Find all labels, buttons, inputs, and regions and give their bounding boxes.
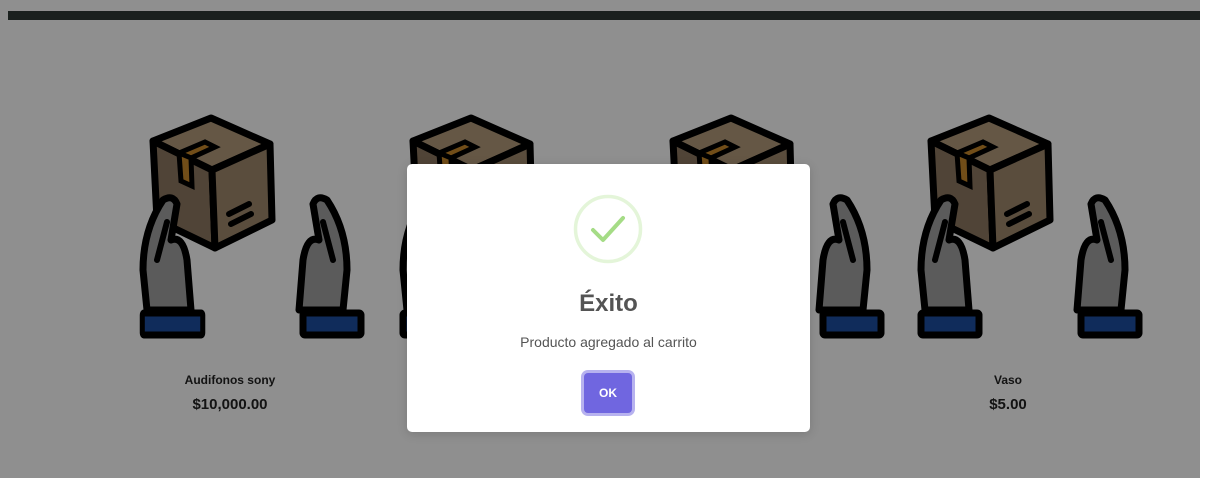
success-dialog: Éxito Producto agregado al carrito OK [407, 164, 810, 432]
success-check-icon [573, 194, 643, 264]
dialog-message: Producto agregado al carrito [520, 334, 697, 350]
dialog-title: Éxito [579, 290, 638, 317]
ok-button[interactable]: OK [584, 373, 632, 413]
